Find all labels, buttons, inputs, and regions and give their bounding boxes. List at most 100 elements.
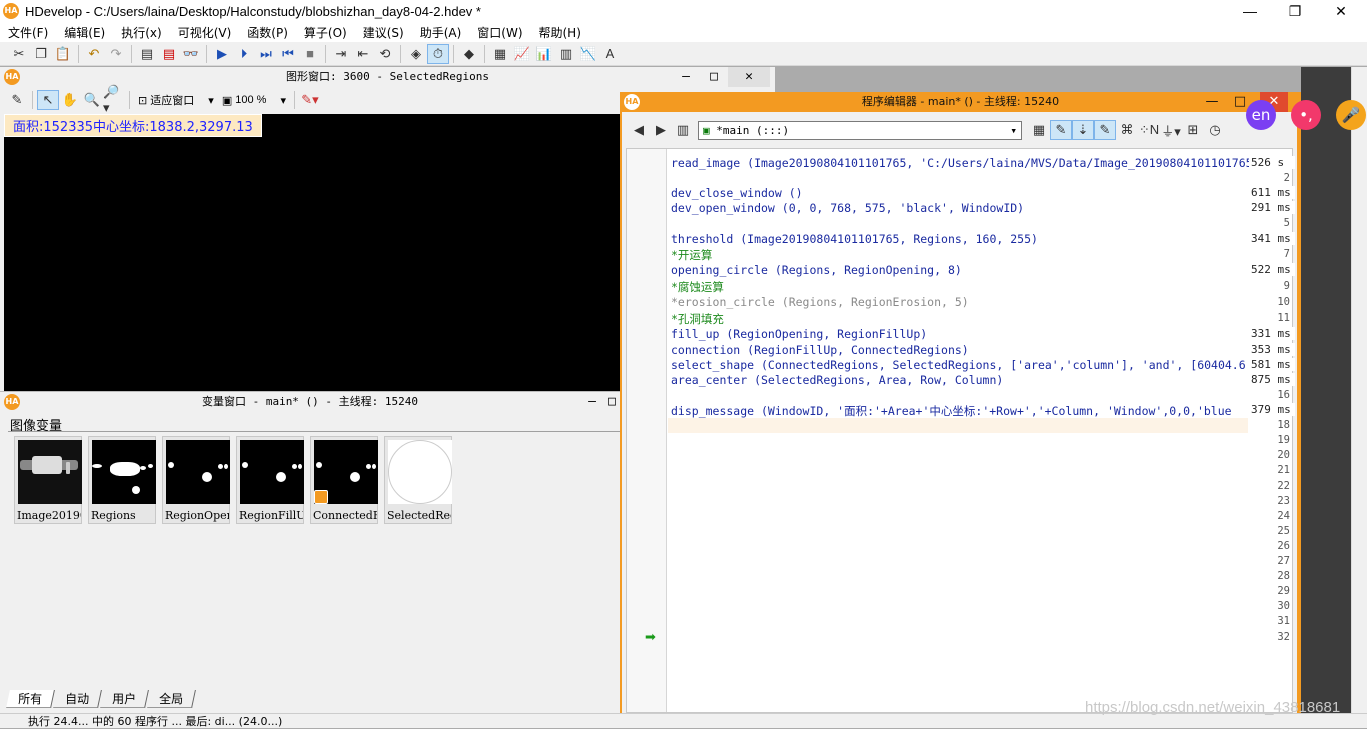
forward-icon[interactable]: ▶	[650, 120, 672, 140]
microphone-icon[interactable]: 🎤	[1336, 100, 1366, 130]
procedure-select[interactable]: ▣ *main (:::) ▾	[698, 120, 1022, 140]
code-line[interactable]: *腐蚀运算	[671, 279, 1249, 295]
run-to-cursor-icon[interactable]: ⏵	[233, 44, 255, 64]
code-line[interactable]: dev_open_window (0, 0, 768, 575, 'black'…	[671, 201, 1249, 215]
image-canvas[interactable]: 面积:152335中心坐标:1838.2,3297.13	[4, 114, 620, 391]
region-inspect-icon[interactable]: ▦	[489, 44, 511, 64]
zoom-options-icon[interactable]: 🔎▾	[103, 84, 125, 115]
line-number: 5	[1283, 217, 1290, 230]
pan-icon[interactable]: ✋	[59, 90, 81, 110]
toolbar-divider	[78, 44, 79, 63]
code-line[interactable]: threshold (Image20190804101101765, Regio…	[671, 232, 1249, 246]
code-editor[interactable]: ➡ 1read_image (Image20190804101101765, '…	[626, 148, 1295, 713]
menu-edit[interactable]: 编辑(E)	[56, 24, 113, 41]
maximize-button[interactable]: □	[604, 392, 620, 412]
menu-file[interactable]: 文件(F)	[0, 24, 56, 41]
code-line[interactable]: opening_circle (Regions, RegionOpening, …	[671, 263, 1249, 277]
profiler-icon[interactable]: ⏱	[427, 43, 449, 64]
line-number: 22	[1277, 479, 1290, 492]
zoom-icon[interactable]: 🔍	[81, 90, 103, 110]
redo-icon[interactable]: ↷	[105, 44, 127, 64]
tab-user[interactable]: 用户	[100, 690, 149, 708]
uncomment-icon[interactable]: ✎	[1094, 120, 1116, 140]
profile-options-icon[interactable]: ⏚▾	[1160, 120, 1182, 140]
menu-suggestions[interactable]: 建议(S)	[355, 24, 412, 41]
variable-thumbnail[interactable]: RegionOpeni	[162, 436, 230, 524]
procedure-icon[interactable]: ▥	[672, 120, 694, 140]
minimize-button[interactable]: —	[1198, 92, 1226, 112]
cut-icon[interactable]: ✂	[8, 44, 30, 64]
menu-operators[interactable]: 算子(O)	[296, 24, 355, 41]
code-line[interactable]: *erosion_circle (Regions, RegionErosion,…	[671, 295, 1249, 309]
tab-global[interactable]: 全局	[147, 690, 196, 708]
paste-icon[interactable]: 📋	[52, 44, 74, 64]
indent-icon[interactable]: ⇣	[1072, 120, 1094, 140]
timer-icon[interactable]: ◷	[1204, 120, 1226, 140]
code-line[interactable]: connection (RegionFillUp, ConnectedRegio…	[671, 343, 1249, 357]
menu-procedures[interactable]: 函数(P)	[239, 24, 296, 41]
edit-procedure-icon[interactable]: ▦	[1028, 120, 1050, 140]
back-icon[interactable]: ◀	[628, 120, 650, 140]
variable-thumbnail[interactable]: ConnectedRe	[310, 436, 378, 524]
step-into-icon[interactable]: ⇥	[330, 44, 352, 64]
code-line[interactable]: select_shape (ConnectedRegions, Selected…	[671, 358, 1249, 372]
menu-assistants[interactable]: 助手(A)	[412, 24, 470, 41]
display-message: 面积:152335中心坐标:1838.2,3297.13	[4, 114, 262, 137]
variable-thumbnail[interactable]: SelectedReg	[384, 436, 452, 524]
tab-auto[interactable]: 自动	[53, 690, 102, 708]
line-number: 26	[1277, 539, 1290, 552]
ime-language-button[interactable]: en	[1246, 100, 1276, 130]
undo-icon[interactable]: ↶	[83, 44, 105, 64]
ocr-icon[interactable]: A	[599, 44, 621, 64]
line-profile-icon[interactable]: 📈	[511, 44, 533, 64]
delete-code-icon[interactable]: ▤	[158, 44, 180, 64]
tab-all[interactable]: 所有	[6, 690, 55, 708]
minimize-button[interactable]: —	[672, 67, 700, 87]
line-numbers-icon[interactable]: ⁘N	[1138, 120, 1160, 140]
menu-visualize[interactable]: 可视化(V)	[170, 24, 240, 41]
breakpoint-icon[interactable]: ◈	[405, 44, 427, 64]
assistant-icon[interactable]: ◆	[458, 44, 480, 64]
code-line[interactable]: area_center (SelectedRegions, Area, Row,…	[671, 373, 1249, 387]
vertical-scrollbar[interactable]	[1351, 67, 1367, 713]
reset-program-icon[interactable]: ⟲	[374, 44, 396, 64]
menu-execute[interactable]: 执行(x)	[113, 24, 169, 41]
code-line[interactable]: *孔洞填充	[671, 311, 1249, 327]
variable-thumbnail[interactable]: Regions	[88, 436, 156, 524]
menu-help[interactable]: 帮助(H)	[531, 24, 589, 41]
code-line[interactable]: disp_message (WindowID, '面积:'+Area+'中心坐标…	[671, 403, 1249, 419]
tree-icon[interactable]: ⊞	[1182, 120, 1204, 140]
ime-punctuation-button[interactable]: •,	[1291, 100, 1321, 130]
fit-window-dropdown[interactable]: ⊡ 适应窗口 ▾	[134, 90, 218, 110]
code-line[interactable]: read_image (Image20190804101101765, 'C:/…	[671, 156, 1249, 170]
edit-icon[interactable]: ✎	[6, 90, 28, 110]
maximize-button[interactable]: □	[700, 67, 728, 87]
code-line[interactable]: fill_up (RegionOpening, RegionFillUp)	[671, 327, 1249, 341]
zoom-level-dropdown[interactable]: ▣ 100 % ▾	[218, 90, 290, 110]
variable-thumbnail[interactable]: RegionFillU	[236, 436, 304, 524]
comment-icon[interactable]: ✎	[1050, 120, 1072, 140]
stop-icon[interactable]: ■	[299, 44, 321, 64]
feature-histogram-icon[interactable]: ▥	[555, 44, 577, 64]
insert-code-icon[interactable]: ▤	[136, 44, 158, 64]
feature-inspect-icon[interactable]: 📉	[577, 44, 599, 64]
step-over-icon[interactable]: ⏭	[255, 44, 277, 64]
toggle-icon[interactable]: ⌘	[1116, 120, 1138, 140]
find-icon[interactable]: 👓	[180, 44, 202, 64]
maximize-button[interactable]: ❐	[1272, 0, 1318, 22]
step-back-icon[interactable]: ⏮	[277, 44, 299, 64]
close-button[interactable]: ✕	[1318, 0, 1364, 22]
draw-settings-icon[interactable]: ✎▾	[299, 90, 321, 110]
code-line[interactable]: *开运算	[671, 247, 1249, 263]
histogram-icon[interactable]: 📊	[533, 44, 555, 64]
minimize-button[interactable]: —	[1227, 0, 1273, 22]
copy-icon[interactable]: ❐	[30, 44, 52, 64]
step-out-icon[interactable]: ⇤	[352, 44, 374, 64]
close-button[interactable]: ✕	[728, 67, 770, 87]
minimize-button[interactable]: —	[578, 392, 606, 412]
code-line[interactable]: dev_close_window ()	[671, 186, 1249, 200]
pointer-icon[interactable]: ↖	[37, 90, 59, 110]
run-icon[interactable]: ▶	[211, 44, 233, 64]
menu-window[interactable]: 窗口(W)	[469, 24, 530, 41]
variable-thumbnail[interactable]: Image2019080	[14, 436, 82, 524]
